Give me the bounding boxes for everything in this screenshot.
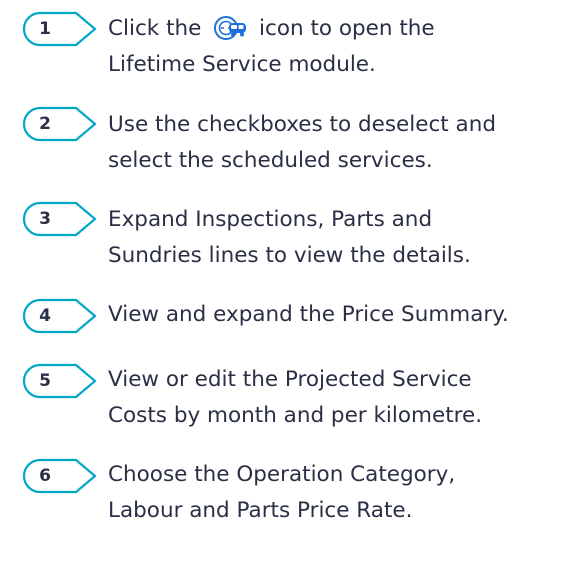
badge-chevron-shape [22, 363, 96, 399]
step-text: View and expand the Price Summary. [108, 297, 570, 333]
step-badge: 2 [20, 105, 96, 143]
step-number: 1 [39, 19, 51, 39]
step-number: 2 [39, 114, 51, 134]
step-number: 5 [39, 371, 51, 391]
step-text: Use the checkboxes to deselect and selec… [108, 107, 570, 179]
step-line-2: Lifetime Service module. [108, 52, 376, 77]
step-number: 6 [39, 466, 51, 486]
step-line-1: Choose the Operation Category, [108, 462, 456, 487]
step-text: Click the icon to open the Lifetime Serv… [108, 11, 570, 83]
step-badge: 3 [20, 200, 96, 238]
step-badge: 1 [20, 10, 96, 48]
badge-chevron-shape [22, 458, 96, 494]
step-number: 3 [39, 209, 51, 229]
step-line-1: View or edit the Projected Service [108, 367, 472, 392]
step-line-2: Sundries lines to view the details. [108, 243, 471, 268]
step-badge: 4 [20, 297, 96, 335]
step-line-2: Labour and Parts Price Rate. [108, 498, 413, 523]
badge-chevron-shape [22, 106, 96, 142]
step-line-1: Use the checkboxes to deselect and [108, 112, 496, 137]
step-line-1: Expand Inspections, Parts and [108, 207, 433, 232]
step-text: Choose the Operation Category, Labour an… [108, 457, 570, 529]
step-text: View or edit the Projected Service Costs… [108, 362, 570, 434]
badge-chevron-shape [22, 298, 96, 334]
step-line-1: View and expand the Price Summary. [108, 302, 509, 327]
step-line-2: Costs by month and per kilometre. [108, 403, 483, 428]
step-badge: 6 [20, 457, 96, 495]
step-number: 4 [39, 306, 51, 326]
step-line-2: select the scheduled services. [108, 148, 433, 173]
badge-chevron-shape [22, 11, 96, 47]
step-badge: 5 [20, 362, 96, 400]
step-line-1: Click the icon to open the [108, 11, 570, 47]
badge-chevron-shape [22, 201, 96, 237]
step-text: Expand Inspections, Parts and Sundries l… [108, 202, 570, 274]
